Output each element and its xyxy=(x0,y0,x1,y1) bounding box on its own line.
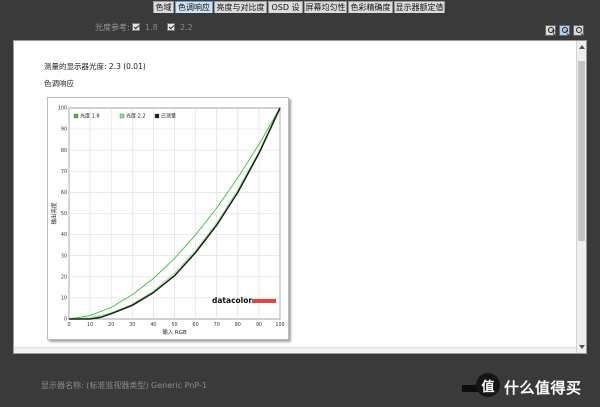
legend-label-gamma22: 光度 2.2 xyxy=(126,113,146,120)
legend-swatch-measured xyxy=(154,113,160,119)
tab-0[interactable]: 色域 xyxy=(153,1,174,13)
y-tick-label-1: 10 xyxy=(61,296,67,302)
y-tick-label-10: 100 xyxy=(58,106,67,112)
gamma-1-8-label: 1.8 xyxy=(145,23,158,32)
scroll-down-icon[interactable] xyxy=(579,345,585,349)
tab-2[interactable]: 亮度与对比度 xyxy=(214,1,267,13)
x-tick-label-1: 10 xyxy=(87,322,93,328)
brand-logo-glyph: 值 xyxy=(481,380,495,395)
zoom-fit-button[interactable] xyxy=(573,25,584,36)
legend-label-measured: 已测量 xyxy=(161,113,176,120)
x-tick-label-8: 80 xyxy=(235,322,241,328)
measured-gamma-text: 测量的显示器光度: 2.3 (0.01) xyxy=(44,62,146,71)
datacolor-logo-bar xyxy=(252,299,276,303)
zoom-out-icon: - xyxy=(561,27,568,34)
brand-name: 什么值得买 xyxy=(504,379,582,397)
zoom-out-button[interactable]: - xyxy=(559,25,570,36)
tab-1[interactable]: 色调响应 xyxy=(175,1,213,13)
x-tick-label-6: 60 xyxy=(193,322,199,328)
x-tick-label-7: 70 xyxy=(214,322,220,328)
gamma-1-8-checkbox[interactable] xyxy=(132,23,140,31)
tab-5[interactable]: 色彩精确度 xyxy=(348,1,393,13)
tab-bar: 色域色调响应亮度与对比度OSD 设置屏幕均匀性色彩精确度显示器额定值 xyxy=(0,0,600,24)
gamma-2-2-checkbox[interactable] xyxy=(167,23,175,31)
tab-4[interactable]: 屏幕均匀性 xyxy=(304,1,347,13)
x-tick-label-4: 40 xyxy=(150,322,156,328)
legend-swatch-gamma18 xyxy=(73,113,79,119)
datacolor-watermark: datacolor xyxy=(212,296,252,305)
x-tick-label-2: 20 xyxy=(108,322,114,328)
y-tick-label-8: 80 xyxy=(61,148,67,154)
x-tick-label-5: 50 xyxy=(171,322,177,328)
x-tick-label-0: 0 xyxy=(67,322,70,328)
y-tick-label-0: 0 xyxy=(64,317,67,323)
scroll-up-icon[interactable] xyxy=(579,45,585,49)
toolbar xyxy=(0,15,600,39)
tone-response-chart: 0 10 20 30 40 50 60 70 80 90 100 0 10 20 30 40 50 60 70 80 9… xyxy=(47,97,289,340)
x-tick-label-3: 30 xyxy=(129,322,135,328)
y-tick-label-4: 40 xyxy=(61,232,67,238)
legend-swatch-gamma22 xyxy=(119,113,125,119)
legend-label-gamma18: 光度 1.8 xyxy=(80,113,100,120)
chart-svg: 0 10 20 30 40 50 60 70 80 90 100 0 10 20 30 40 50 60 70 80 9… xyxy=(50,106,285,336)
x-tick-label-9: 90 xyxy=(256,322,262,328)
zoom-in-button[interactable]: + xyxy=(545,25,556,36)
horizontal-scrollbar[interactable] xyxy=(14,347,576,353)
y-tick-label-7: 70 xyxy=(61,169,67,175)
gamma-2-2-label: 2.2 xyxy=(180,23,193,32)
y-tick-label-6: 60 xyxy=(61,190,67,196)
brand-logo-icon: 值 xyxy=(476,373,500,397)
y-tick-label-9: 90 xyxy=(61,127,67,133)
y-tick-label-5: 50 xyxy=(61,211,67,217)
vertical-scrollbar[interactable] xyxy=(576,41,586,353)
zoom-fit-icon xyxy=(575,27,582,33)
x-axis-label: 输入 RGB xyxy=(162,328,187,336)
tab-6[interactable]: 显示器额定值 xyxy=(394,1,445,13)
display-name-label: 显示器名称: (标准监视器类型) Generic PnP-1 xyxy=(41,381,207,390)
y-tick-label-2: 20 xyxy=(61,274,67,280)
scroll-thumb[interactable] xyxy=(578,61,585,241)
zoom-in-icon: + xyxy=(547,27,556,34)
tab-3[interactable]: OSD 设置 xyxy=(268,1,303,24)
x-tick-label-10: 100 xyxy=(275,322,284,328)
gamma-reference-label: 光度参考: xyxy=(95,23,130,32)
tone-response-title: 色调响应 xyxy=(44,79,74,88)
y-tick-label-3: 30 xyxy=(61,253,67,259)
y-axis-label: 输出亮度 xyxy=(50,202,58,225)
